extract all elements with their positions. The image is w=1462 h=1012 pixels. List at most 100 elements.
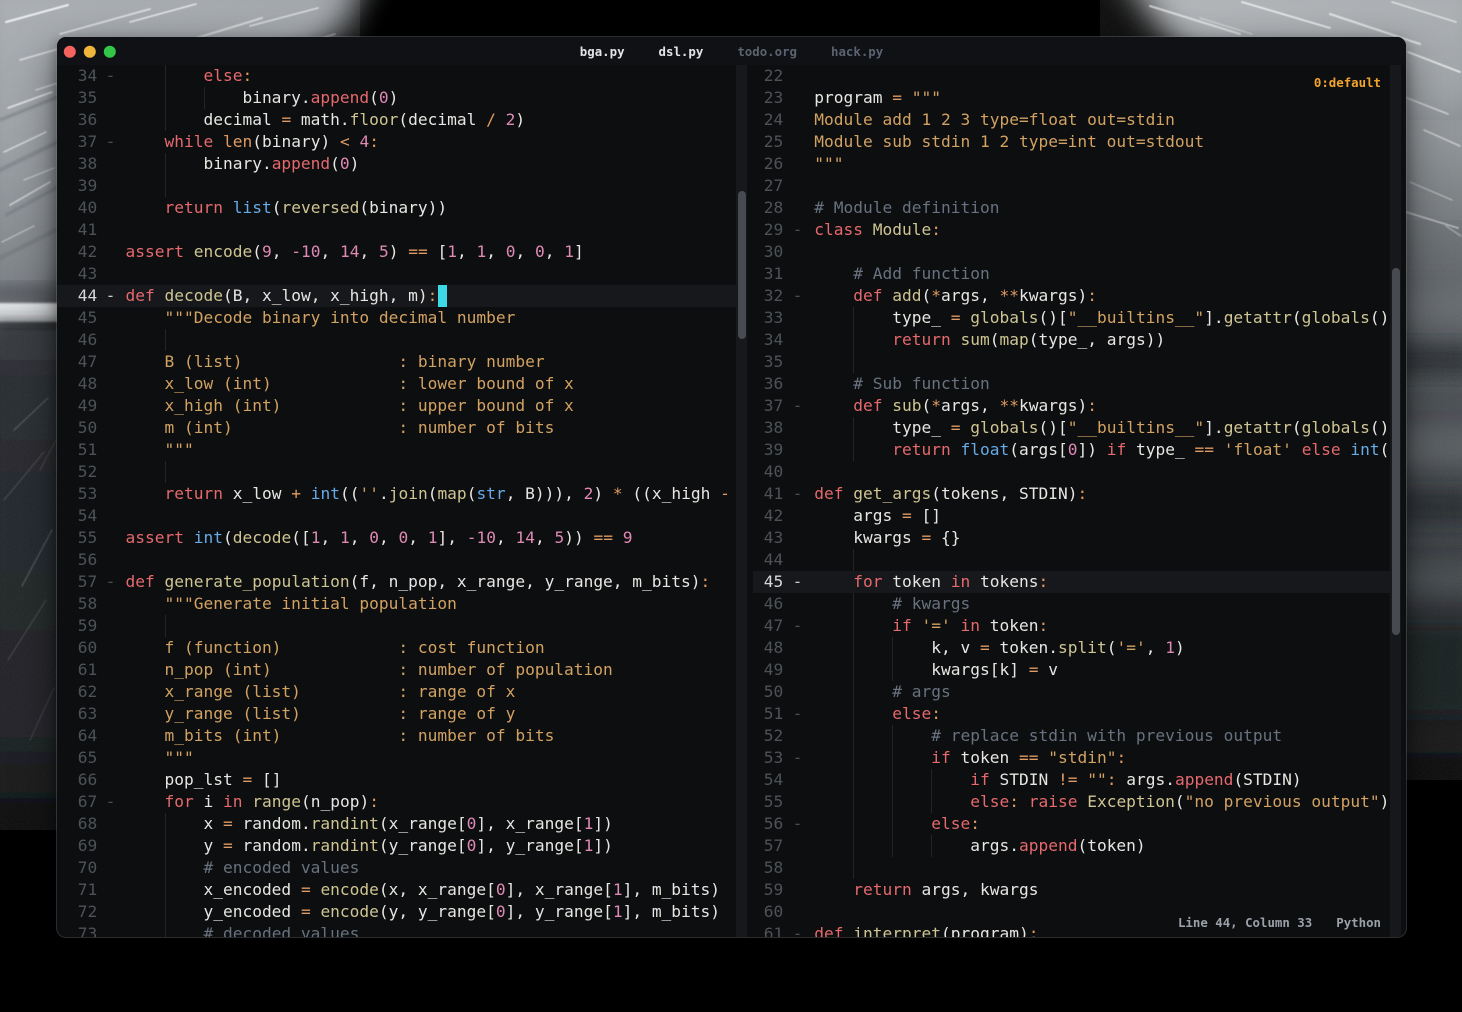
code-line[interactable]: 43 [57,263,736,285]
scrollbar-thumb-right[interactable] [1392,268,1400,635]
code-line[interactable]: 67- for i in range(n_pop): [57,791,736,813]
fold-marker-icon[interactable]: - [790,395,805,417]
code-line[interactable]: 25Module sub stdin 1 2 type=int out=stdo… [753,131,1390,153]
fold-marker-icon[interactable]: - [790,571,805,593]
code-line[interactable]: 27 [753,175,1390,197]
code-line[interactable]: 34 return sum(map(type_, args)) [753,329,1390,351]
code-line[interactable]: 45- for token in tokens: [753,571,1390,593]
code-line[interactable]: 49 x_high (int) : upper bound of x [57,395,736,417]
fold-marker-icon[interactable]: - [790,483,805,505]
code-line[interactable]: 66 pop_lst = [] [57,769,736,791]
fold-marker-icon[interactable]: - [790,285,805,307]
fold-marker-icon[interactable]: - [103,65,118,87]
code-line[interactable]: 44-def decode(B, x_low, x_high, m): [57,285,736,307]
code-line[interactable]: 64 m_bits (int) : number of bits [57,725,736,747]
code-line[interactable]: 50 m (int) : number of bits [57,417,736,439]
code-line[interactable]: 56 [57,549,736,571]
code-line[interactable]: 42 args = [] [753,505,1390,527]
fold-marker-icon[interactable]: - [790,703,805,725]
code-line[interactable]: 37- def sub(*args, **kwargs): [753,395,1390,417]
code-line[interactable]: 47- if '=' in token: [753,615,1390,637]
code-line[interactable]: 43 kwargs = {} [753,527,1390,549]
code-line[interactable]: 41 [57,219,736,241]
tab-hack-py[interactable]: hack.py [831,44,883,59]
code-line[interactable]: 35 binary.append(0) [57,87,736,109]
code-line[interactable]: 38 binary.append(0) [57,153,736,175]
code-line[interactable]: 56- else: [753,813,1390,835]
fold-marker-icon[interactable]: - [103,131,118,153]
fold-marker-icon[interactable]: - [790,923,805,937]
scrollbar-left[interactable] [736,65,747,937]
code-line[interactable]: 44 [753,549,1390,571]
fold-marker-icon[interactable]: - [103,285,118,307]
code-line[interactable]: 32- def add(*args, **kwargs): [753,285,1390,307]
code-line[interactable]: 70 # encoded values [57,857,736,879]
code-line[interactable]: 63 y_range (list) : range of y [57,703,736,725]
code-line[interactable]: 36 decimal = math.floor(decimal / 2) [57,109,736,131]
code-line[interactable]: 52 # replace stdin with previous output [753,725,1390,747]
code-line[interactable]: 58 """Generate initial population [57,593,736,615]
fold-marker-icon[interactable]: - [103,791,118,813]
code-line[interactable]: 24Module add 1 2 3 type=float out=stdin [753,109,1390,131]
editor-pane-left[interactable]: 34- else:35 binary.append(0)36 decimal =… [57,65,736,937]
code-line[interactable]: 33 type_ = globals()["__builtins__"].get… [753,307,1390,329]
fold-marker-icon[interactable]: - [790,615,805,637]
fold-marker-icon[interactable]: - [790,747,805,769]
code-line[interactable]: 49 kwargs[k] = v [753,659,1390,681]
code-line[interactable]: 51 """ [57,439,736,461]
code-line[interactable]: 53- if token == "stdin": [753,747,1390,769]
code-line[interactable]: 48 k, v = token.split('=', 1) [753,637,1390,659]
tab-todo-org[interactable]: todo.org [737,44,797,59]
code-line[interactable]: 46 [57,329,736,351]
code-line[interactable]: 23program = """ [753,87,1390,109]
code-line[interactable]: 61 n_pop (int) : number of population [57,659,736,681]
code-line[interactable]: 22 [753,65,1390,87]
scrollbar-thumb-left[interactable] [738,191,746,339]
code-line[interactable]: 59 return args, kwargs [753,879,1390,901]
fold-marker-icon[interactable]: - [790,219,805,241]
code-line[interactable]: 68 x = random.randint(x_range[0], x_rang… [57,813,736,835]
code-line[interactable]: 54 if STDIN != "": args.append(STDIN) [753,769,1390,791]
code-line[interactable]: 50 # args [753,681,1390,703]
fold-marker-icon[interactable]: - [103,571,118,593]
code-line[interactable]: 58 [753,857,1390,879]
code-line[interactable]: 36 # Sub function [753,373,1390,395]
code-line[interactable]: 42assert encode(9, -10, 14, 5) == [1, 1,… [57,241,736,263]
code-line[interactable]: 54 [57,505,736,527]
code-line[interactable]: 31 # Add function [753,263,1390,285]
code-line[interactable]: 57 args.append(token) [753,835,1390,857]
code-line[interactable]: 37- while len(binary) < 4: [57,131,736,153]
code-line[interactable]: 53 return x_low + int((''.join(map(str, … [57,483,736,505]
code-line[interactable]: 39 return float(args[0]) if type_ == 'fl… [753,439,1390,461]
code-line[interactable]: 65 """ [57,747,736,769]
code-line[interactable]: 71 x_encoded = encode(x, x_range[0], x_r… [57,879,736,901]
code-line[interactable]: 57-def generate_population(f, n_pop, x_r… [57,571,736,593]
code-line[interactable]: 52 [57,461,736,483]
code-line[interactable]: 60 f (function) : cost function [57,637,736,659]
code-line[interactable]: 28# Module definition [753,197,1390,219]
fold-marker-icon[interactable]: - [790,813,805,835]
code-line[interactable]: 26""" [753,153,1390,175]
code-line[interactable]: 62 x_range (list) : range of x [57,681,736,703]
tab-dsl-py[interactable]: dsl.py [659,44,704,59]
code-line[interactable]: 47 B (list) : binary number [57,351,736,373]
code-line[interactable]: 73 # decoded values [57,923,736,937]
code-line[interactable]: 30 [753,241,1390,263]
code-line[interactable]: 46 # kwargs [753,593,1390,615]
code-line[interactable]: 55 else: raise Exception("no previous ou… [753,791,1390,813]
code-line[interactable]: 48 x_low (int) : lower bound of x [57,373,736,395]
code-line[interactable]: 40 return list(reversed(binary)) [57,197,736,219]
code-line[interactable]: 39 [57,175,736,197]
code-line[interactable]: 40 [753,461,1390,483]
code-line[interactable]: 35 [753,351,1390,373]
code-line[interactable]: 69 y = random.randint(y_range[0], y_rang… [57,835,736,857]
code-line[interactable]: 29-class Module: [753,219,1390,241]
scrollbar-right[interactable] [1390,65,1401,937]
language-indicator[interactable]: Python [1336,915,1381,930]
code-line[interactable]: 34- else: [57,65,736,87]
code-line[interactable]: 51- else: [753,703,1390,725]
code-line[interactable]: 45 """Decode binary into decimal number [57,307,736,329]
code-line[interactable]: 38 type_ = globals()["__builtins__"].get… [753,417,1390,439]
code-line[interactable]: 55assert int(decode([1, 1, 0, 0, 1], -10… [57,527,736,549]
tab-bga-py[interactable]: bga.py [580,44,625,59]
